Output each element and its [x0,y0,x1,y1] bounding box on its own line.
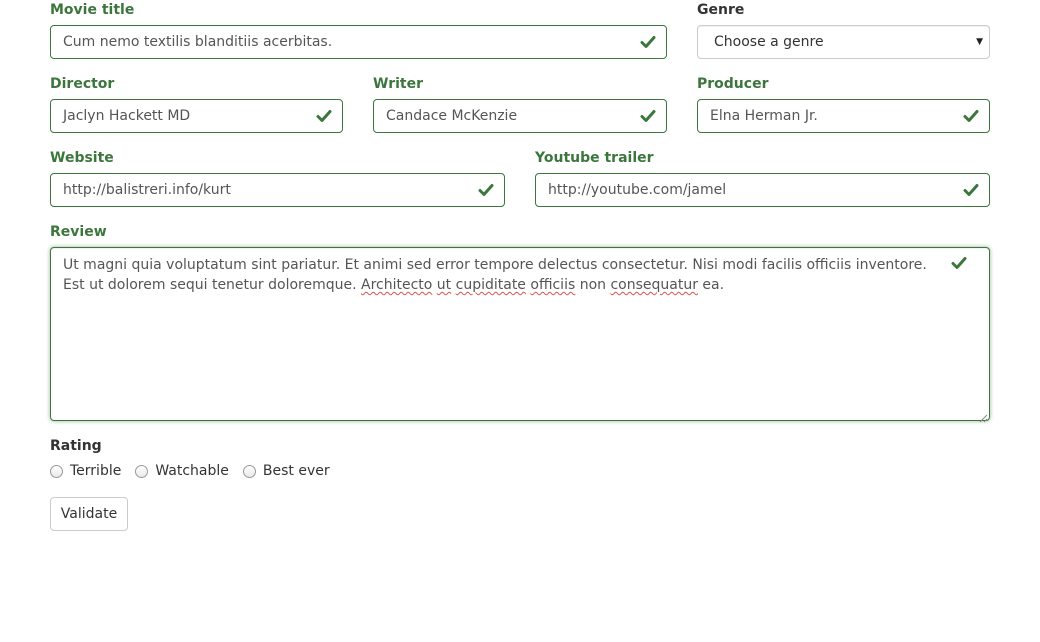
check-icon [963,182,979,198]
director-input[interactable]: Jaclyn Hackett MD [50,99,343,133]
genre-selected-value: Choose a genre [714,34,824,50]
director-value: Jaclyn Hackett MD [63,108,191,124]
writer-input[interactable]: Candace McKenzie [373,99,667,133]
producer-group: Producer Elna Herman Jr. [697,74,990,133]
rating-option-watchable[interactable]: Watchable [135,463,229,479]
rating-option-best-ever[interactable]: Best ever [242,463,330,479]
director-group: Director Jaclyn Hackett MD [50,74,343,133]
rating-options: Terrible Watchable Best ever [50,461,450,481]
rating-option-label: Terrible [70,463,122,479]
caret-down-icon: ▼ [976,37,983,47]
review-group: Review Ut magni quia voluptatum sint par… [50,222,990,423]
check-icon [640,34,656,50]
validate-button[interactable]: Validate [50,497,128,531]
radio-button[interactable] [135,464,149,478]
website-label: Website [50,150,114,166]
review-label: Review [50,224,107,240]
misspelled-word: cupiditate [455,277,526,293]
genre-group: Genre Choose a genre ▼ [697,0,990,59]
check-icon [963,108,979,124]
website-group: Website http://balistreri.info/kurt [50,148,505,207]
movie-form: Movie title Cum nemo textilis blanditiis… [0,0,1040,642]
rating-option-terrible[interactable]: Terrible [50,463,121,479]
radio-button[interactable] [50,464,63,478]
misspelled-word: ut [436,277,452,293]
producer-input[interactable]: Elna Herman Jr. [697,99,990,133]
producer-value: Elna Herman Jr. [710,108,818,124]
writer-group: Writer Candace McKenzie [373,74,667,133]
rating-group: Rating Terrible Watchable Best ever [50,436,450,481]
trailer-group: Youtube trailer http://youtube.com/jamel [535,148,990,207]
website-value: http://balistreri.info/kurt [63,182,231,198]
movie-title-input[interactable]: Cum nemo textilis blanditiis acerbitas. [50,25,667,59]
genre-select[interactable]: Choose a genre ▼ [697,25,990,59]
movie-title-group: Movie title Cum nemo textilis blanditiis… [50,0,667,59]
review-text-segment: ea. [697,277,725,293]
check-icon [951,255,967,271]
resize-grip-icon[interactable] [978,409,988,423]
website-input[interactable]: http://balistreri.info/kurt [50,173,505,207]
misspelled-word: Architecto [361,277,433,293]
check-icon [478,182,494,198]
review-textarea[interactable]: Ut magni quia voluptatum sint pariatur. … [50,247,990,423]
trailer-value: http://youtube.com/jamel [548,182,727,198]
trailer-input[interactable]: http://youtube.com/jamel [535,173,990,207]
writer-value: Candace McKenzie [386,108,518,124]
writer-label: Writer [373,76,423,92]
check-icon [316,108,332,124]
director-label: Director [50,76,115,92]
misspelled-word: officiis [530,277,576,293]
movie-title-label: Movie title [50,2,135,18]
review-text-segment: non [575,277,611,293]
producer-label: Producer [697,76,769,92]
rating-option-label: Watchable [155,463,229,479]
movie-title-value: Cum nemo textilis blanditiis acerbitas. [63,34,333,50]
review-text: Ut magni quia voluptatum sint pariatur. … [63,255,929,295]
check-icon [640,108,656,124]
rating-option-label: Best ever [262,463,330,479]
trailer-label: Youtube trailer [535,150,654,166]
rating-label: Rating [50,438,102,454]
genre-label: Genre [697,2,745,18]
misspelled-word: consequatur [610,277,698,293]
radio-button[interactable] [242,464,256,478]
